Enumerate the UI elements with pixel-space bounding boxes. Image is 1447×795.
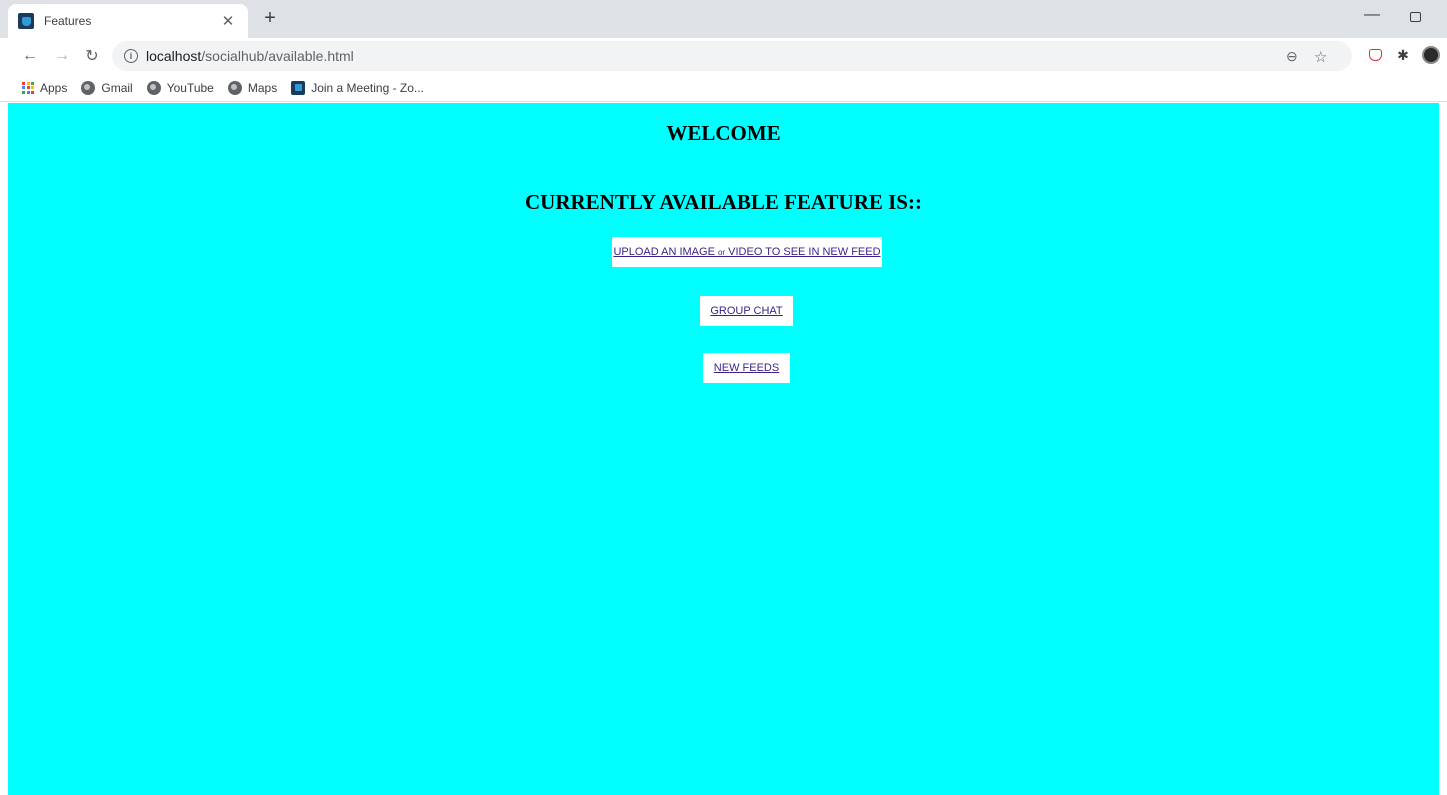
puzzle-extensions-icon[interactable]: ✱ [1394, 46, 1412, 64]
group-chat-link[interactable]: GROUP CHAT [710, 305, 782, 317]
page-title: WELCOME [666, 121, 781, 145]
browser-toolbar: ← → ↻ i localhost/socialhub/available.ht… [0, 38, 1447, 74]
forward-arrow-icon[interactable]: → [50, 44, 74, 68]
new-feeds-box: NEW FEEDS [703, 353, 790, 383]
new-feeds-link[interactable]: NEW FEEDS [714, 362, 779, 374]
browser-window: Features ✕ + — ← → ↻ i localhost/socialh… [0, 0, 1447, 795]
avatar[interactable] [1422, 46, 1440, 64]
new-tab-icon[interactable]: + [258, 7, 282, 30]
tab-title: Features [44, 14, 92, 28]
globe-icon [81, 80, 96, 95]
bookmark-gmail[interactable]: Gmail [81, 80, 133, 95]
maximize-icon[interactable] [1410, 12, 1421, 22]
shield-favicon-icon [18, 13, 34, 29]
upload-feature-box: UPLOAD AN IMAGE or VIDEO TO SEE IN NEW F… [612, 237, 882, 267]
zoom-magnifier-icon[interactable]: ⊖ [1286, 48, 1298, 65]
back-arrow-icon[interactable]: ← [18, 44, 42, 68]
tab-features[interactable]: Features ✕ [8, 4, 248, 38]
info-icon[interactable]: i [124, 49, 138, 63]
globe-icon [227, 80, 242, 95]
apps-grid-icon [22, 81, 34, 94]
tab-strip: Features ✕ + — [0, 0, 1447, 38]
bookmarks-bar: Apps Gmail YouTube Maps Join a Meeting -… [0, 74, 1447, 102]
bookmark-apps[interactable]: Apps [22, 81, 67, 95]
bookmark-star-icon[interactable]: ☆ [1314, 48, 1327, 66]
zoom-icon [291, 80, 306, 95]
pocket-extension-icon[interactable] [1366, 46, 1384, 64]
bookmark-zoom-meeting[interactable]: Join a Meeting - Zo... [291, 80, 424, 95]
url-text: localhost/socialhub/available.html [146, 48, 354, 64]
close-icon[interactable]: ✕ [218, 12, 238, 30]
bookmark-youtube[interactable]: YouTube [146, 80, 214, 95]
features-heading: CURRENTLY AVAILABLE FEATURE IS:: [525, 190, 922, 214]
globe-icon [146, 80, 161, 95]
upload-media-link[interactable]: UPLOAD AN IMAGE or VIDEO TO SEE IN NEW F… [613, 246, 880, 258]
bookmark-maps[interactable]: Maps [227, 80, 277, 95]
reload-icon[interactable]: ↻ [80, 44, 104, 68]
page-viewport: WELCOME CURRENTLY AVAILABLE FEATURE IS::… [8, 103, 1439, 795]
address-bar[interactable]: i localhost/socialhub/available.html ⊖ ☆ [112, 41, 1352, 71]
minimize-icon[interactable]: — [1364, 6, 1380, 24]
group-chat-box: GROUP CHAT [700, 296, 793, 326]
